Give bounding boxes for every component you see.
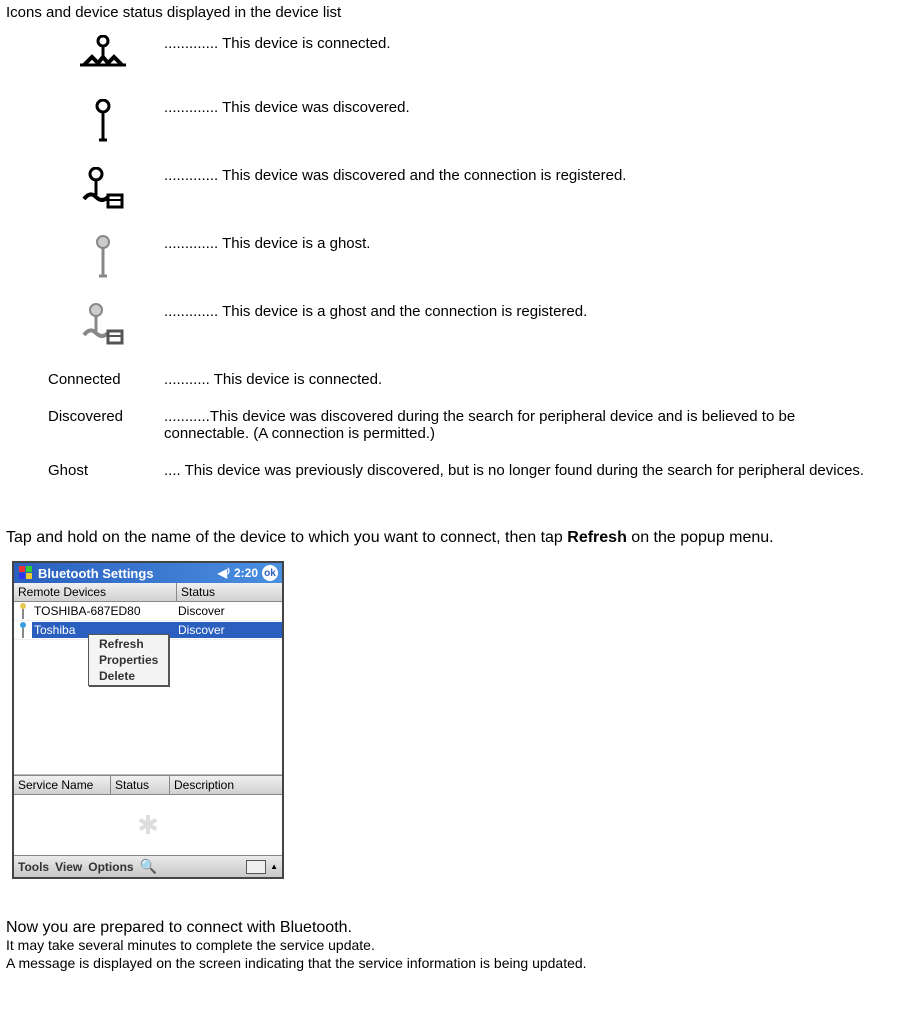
menubar: Tools View Options 🔍 ▲: [14, 855, 282, 877]
menu-tools[interactable]: Tools: [18, 860, 49, 874]
menu-item-properties[interactable]: Properties: [89, 652, 168, 668]
instruction-pre: Tap and hold on the name of the device t…: [6, 529, 567, 546]
device-row[interactable]: TOSHIBA-687ED80 Discover: [14, 602, 282, 621]
device-status: Discover: [174, 603, 282, 619]
device-list-area: TOSHIBA-687ED80 Discover Toshiba Discove…: [14, 602, 282, 775]
legend-desc: ........... This device is connected.: [164, 361, 890, 398]
section-title: Icons and device status displayed in the…: [6, 4, 894, 21]
instruction-post: on the popup menu.: [627, 529, 774, 546]
ghost-icon: [42, 225, 164, 293]
header-status[interactable]: Status: [177, 583, 282, 601]
legend-label: Connected: [42, 361, 164, 398]
footer-line-1: Now you are prepared to connect with Blu…: [6, 919, 894, 937]
service-list-header: Service Name Status Description: [14, 775, 282, 795]
keyboard-arrow-icon[interactable]: ▲: [270, 862, 278, 871]
device-list-header: Remote Devices Status: [14, 583, 282, 602]
legend-label: Ghost: [42, 452, 164, 489]
service-list-area: ✱: [14, 795, 282, 855]
connected-icon: [42, 25, 164, 89]
legend-row: ............. This device is a ghost and…: [42, 293, 890, 361]
legend-row: Connected ........... This device is con…: [42, 361, 890, 398]
legend-desc: ...........This device was discovered du…: [164, 398, 890, 452]
legend-row: Discovered ...........This device was di…: [42, 398, 890, 452]
header-service-status[interactable]: Status: [111, 776, 170, 794]
legend-row: ............. This device was discovered…: [42, 89, 890, 157]
legend-row: Ghost .... This device was previously di…: [42, 452, 890, 489]
legend-row: ............. This device is connected.: [42, 25, 890, 89]
legend-row: ............. This device was discovered…: [42, 157, 890, 225]
legend-row: ............. This device is a ghost.: [42, 225, 890, 293]
window-title: Bluetooth Settings: [38, 566, 154, 581]
speaker-icon[interactable]: ◀⁾: [218, 566, 230, 580]
legend-desc: ............. This device is a ghost.: [164, 225, 890, 293]
legend-desc: .... This device was previously discover…: [164, 452, 890, 489]
footer-line-3: A message is displayed on the screen ind…: [6, 955, 894, 973]
legend-desc: ............. This device is a ghost and…: [164, 293, 890, 361]
legend-desc: ............. This device is connected.: [164, 25, 890, 89]
header-service-name[interactable]: Service Name: [14, 776, 111, 794]
search-icon[interactable]: 🔍: [140, 858, 157, 875]
device-pin-icon: [14, 602, 32, 620]
clock-time[interactable]: 2:20: [234, 566, 258, 580]
titlebar: Bluetooth Settings ◀⁾ 2:20 ok: [14, 563, 282, 583]
header-service-description[interactable]: Description: [170, 776, 282, 794]
legend-desc: ............. This device was discovered…: [164, 89, 890, 157]
windows-start-icon[interactable]: [18, 565, 34, 581]
keyboard-icon[interactable]: [246, 860, 266, 874]
legend-table: ............. This device is connected. …: [42, 25, 890, 489]
device-status: Discover: [174, 622, 282, 638]
device-name: TOSHIBA-687ED80: [32, 603, 174, 619]
instruction-text: Tap and hold on the name of the device t…: [6, 529, 894, 547]
ok-button[interactable]: ok: [262, 565, 278, 581]
legend-label: Discovered: [42, 398, 164, 452]
footer-line-2: It may take several minutes to complete …: [6, 937, 894, 955]
bluetooth-settings-screenshot: Bluetooth Settings ◀⁾ 2:20 ok Remote Dev…: [12, 561, 284, 879]
discovered-registered-icon: [42, 157, 164, 225]
device-pin-icon: [14, 621, 32, 639]
menu-options[interactable]: Options: [88, 860, 133, 874]
instruction-bold: Refresh: [567, 529, 627, 546]
header-remote-devices[interactable]: Remote Devices: [14, 583, 177, 601]
menu-item-delete[interactable]: Delete: [89, 668, 168, 684]
discovered-icon: [42, 89, 164, 157]
legend-desc: ............. This device was discovered…: [164, 157, 890, 225]
context-menu: Refresh Properties Delete: [88, 634, 169, 686]
ghost-registered-icon: [42, 293, 164, 361]
menu-item-refresh[interactable]: Refresh: [89, 636, 168, 652]
menu-view[interactable]: View: [55, 860, 82, 874]
